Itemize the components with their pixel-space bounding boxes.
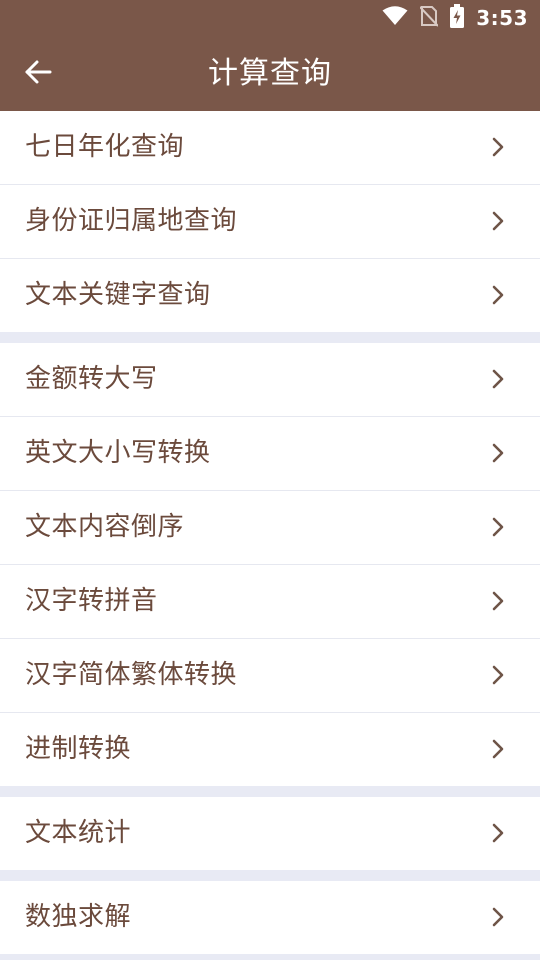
status-time: 3:53 [476, 6, 528, 30]
menu-item-label: 文本关键字查询 [25, 280, 211, 310]
chevron-right-icon [492, 211, 504, 231]
menu-item-label: 汉字转拼音 [25, 586, 158, 616]
chevron-right-icon [492, 591, 504, 611]
chevron-right-icon [492, 907, 504, 927]
app-bar: 计算查询 [0, 36, 540, 111]
menu-item-amount-uppercase[interactable]: 金额转大写 [0, 343, 540, 417]
menu-item-text-keyword[interactable]: 文本关键字查询 [0, 259, 540, 332]
chevron-right-icon [492, 517, 504, 537]
page-title: 计算查询 [208, 56, 332, 91]
menu-item-label: 数独求解 [25, 902, 132, 932]
menu-item-seven-day-annualized[interactable]: 七日年化查询 [0, 111, 540, 185]
arrow-left-icon [24, 58, 52, 90]
menu-item-label: 文本内容倒序 [25, 512, 185, 542]
menu-section-convert: 金额转大写 英文大小写转换 文本内容倒序 汉字转拼音 汉字简体繁体转换 进制转换 [0, 343, 540, 786]
chevron-right-icon [492, 443, 504, 463]
menu-section-query: 七日年化查询 身份证归属地查询 文本关键字查询 [0, 111, 540, 332]
menu-item-text-reverse[interactable]: 文本内容倒序 [0, 491, 540, 565]
chevron-right-icon [492, 739, 504, 759]
battery-charging-icon [450, 4, 465, 32]
back-button[interactable] [14, 50, 62, 98]
menu-item-english-case[interactable]: 英文大小写转换 [0, 417, 540, 491]
chevron-right-icon [492, 137, 504, 157]
wifi-icon [382, 6, 408, 30]
menu-item-sudoku-solver[interactable]: 数独求解 [0, 881, 540, 954]
menu-item-label: 英文大小写转换 [25, 438, 211, 468]
no-sim-icon [419, 5, 439, 31]
menu-item-label: 进制转换 [25, 734, 132, 764]
menu-item-label: 文本统计 [25, 818, 132, 848]
menu-item-label: 金额转大写 [25, 364, 158, 394]
menu-item-label: 身份证归属地查询 [25, 206, 238, 236]
menu-item-label: 汉字简体繁体转换 [25, 660, 238, 690]
menu-item-label: 七日年化查询 [25, 132, 185, 162]
menu-item-id-card-location[interactable]: 身份证归属地查询 [0, 185, 540, 259]
chevron-right-icon [492, 285, 504, 305]
menu-item-hanzi-pinyin[interactable]: 汉字转拼音 [0, 565, 540, 639]
menu-section-stats: 文本统计 [0, 797, 540, 870]
status-icons: 3:53 [382, 4, 528, 32]
status-bar: 3:53 [0, 0, 540, 36]
menu-item-simplified-traditional[interactable]: 汉字简体繁体转换 [0, 639, 540, 713]
menu-item-base-conversion[interactable]: 进制转换 [0, 713, 540, 786]
menu-section-sudoku: 数独求解 [0, 881, 540, 954]
chevron-right-icon [492, 665, 504, 685]
menu-item-text-stats[interactable]: 文本统计 [0, 797, 540, 870]
chevron-right-icon [492, 823, 504, 843]
chevron-right-icon [492, 369, 504, 389]
